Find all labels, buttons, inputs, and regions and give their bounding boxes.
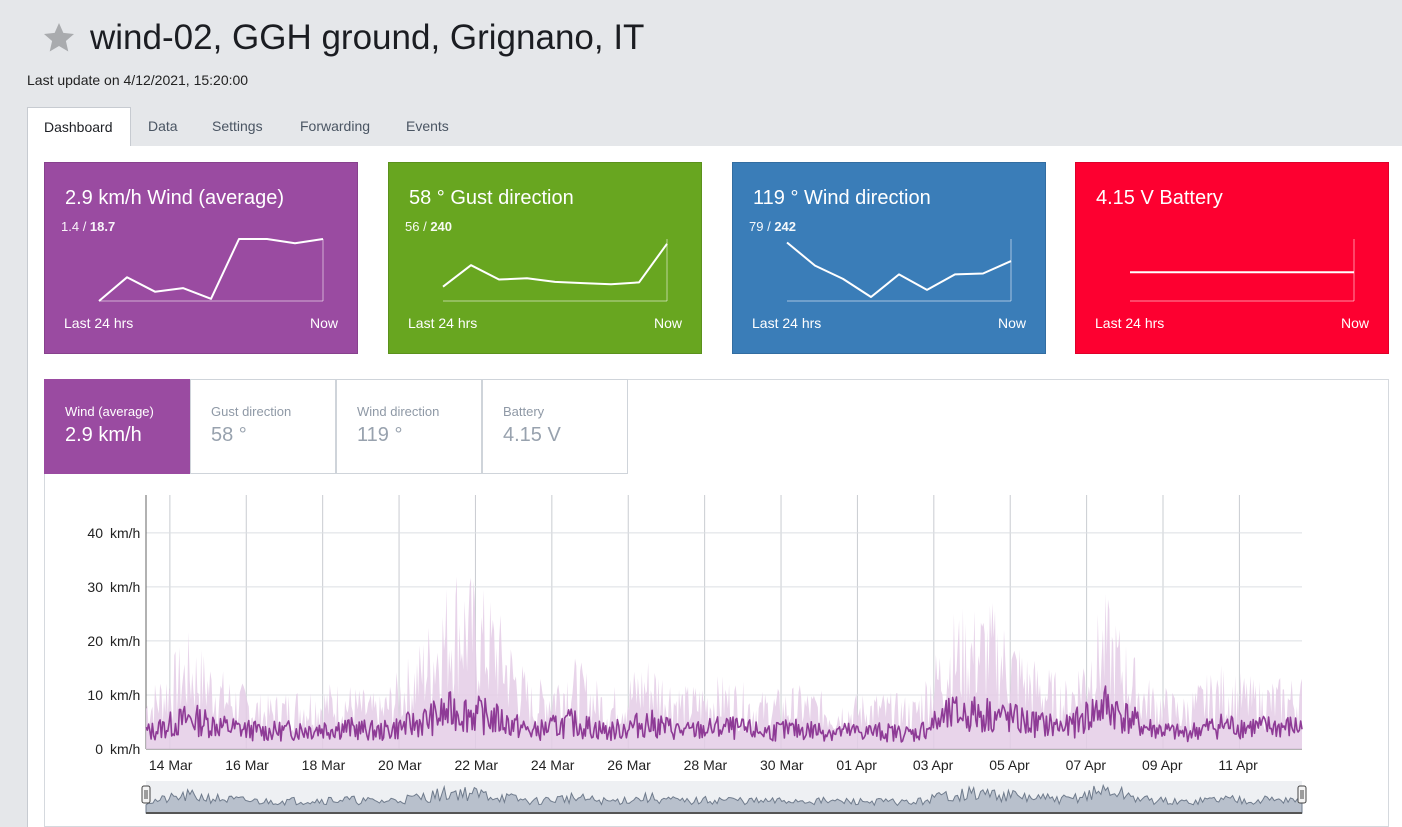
x-tick-label: 01 Apr bbox=[836, 757, 877, 773]
y-tick-label: 10 bbox=[87, 687, 103, 703]
y-tick-unit: km/h bbox=[110, 741, 140, 757]
y-tick-label: 40 bbox=[87, 525, 103, 541]
x-tick-label: 14 Mar bbox=[149, 757, 193, 773]
y-tick-label: 0 bbox=[95, 741, 103, 757]
y-tick-unit: km/h bbox=[110, 687, 140, 703]
x-tick-label: 18 Mar bbox=[302, 757, 346, 773]
x-tick-label: 16 Mar bbox=[225, 757, 269, 773]
x-tick-label: 11 Apr bbox=[1218, 757, 1258, 773]
x-tick-label: 20 Mar bbox=[378, 757, 422, 773]
y-tick-unit: km/h bbox=[110, 525, 140, 541]
x-tick-label: 07 Apr bbox=[1066, 757, 1107, 773]
x-tick-label: 05 Apr bbox=[989, 757, 1030, 773]
x-tick-label: 30 Mar bbox=[760, 757, 804, 773]
x-tick-label: 22 Mar bbox=[454, 757, 498, 773]
x-tick-label: 09 Apr bbox=[1142, 757, 1183, 773]
x-tick-label: 03 Apr bbox=[913, 757, 954, 773]
navigator-right-handle[interactable] bbox=[1297, 785, 1307, 804]
navigator-left-handle[interactable] bbox=[141, 785, 151, 804]
x-tick-label: 28 Mar bbox=[684, 757, 728, 773]
y-tick-unit: km/h bbox=[110, 633, 140, 649]
wind-time-series-chart[interactable]: 14 Mar 16 Mar 18 Mar 20 Mar 22 Mar 24 Mar 26 M… bbox=[0, 0, 1402, 827]
x-tick-label: 24 Mar bbox=[531, 757, 575, 773]
y-tick-unit: km/h bbox=[110, 579, 140, 595]
x-tick-label: 26 Mar bbox=[607, 757, 651, 773]
y-tick-label: 20 bbox=[87, 633, 103, 649]
y-tick-label: 30 bbox=[87, 579, 103, 595]
